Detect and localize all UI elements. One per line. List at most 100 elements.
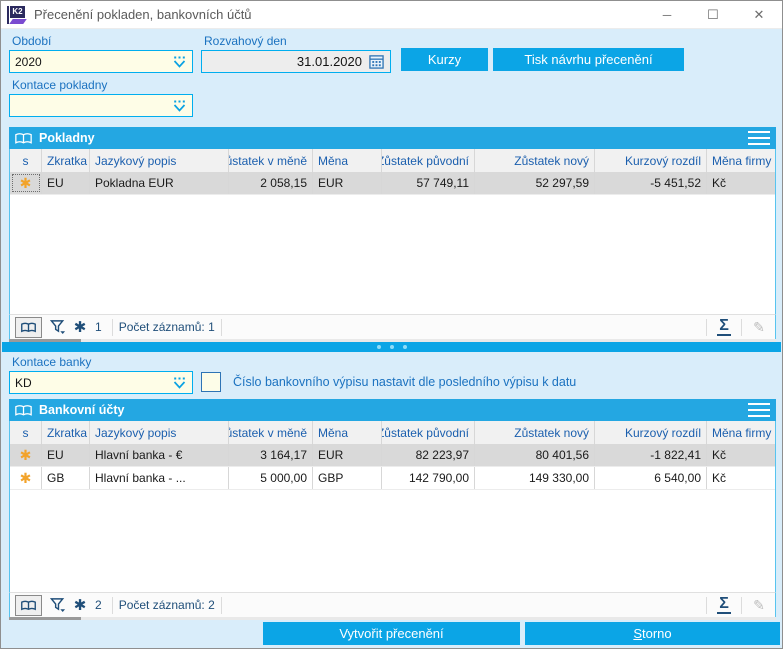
cell-popis: Hlavní banka - ... xyxy=(90,467,229,489)
column-header-mena-firmy[interactable]: Měna firmy xyxy=(707,421,775,444)
column-header-zustatek-mena[interactable]: Zůstatek v měně xyxy=(229,149,313,172)
filter-button[interactable] xyxy=(47,317,69,338)
scrollbar-thumb[interactable] xyxy=(9,617,81,620)
column-header-zustatek-novy[interactable]: Zůstatek nový xyxy=(475,149,595,172)
bank-grid-title: Bankovní účty xyxy=(39,403,125,417)
cell-popis: Pokladna EUR xyxy=(90,172,229,194)
cell-kurzovy-rozdil: -1 822,41 xyxy=(595,444,707,466)
book-view-button[interactable] xyxy=(15,594,42,616)
column-header-popis[interactable]: Jazykový popis xyxy=(90,421,229,444)
asterisk-filter-button[interactable]: ✱ xyxy=(69,595,91,616)
book-icon xyxy=(21,600,36,610)
horizontal-scrollbar[interactable] xyxy=(9,617,776,620)
period-input[interactable]: 2020 xyxy=(9,50,193,73)
create-revaluation-button[interactable]: Vytvořit přecenění xyxy=(263,622,520,645)
bank-statement-checkbox-label[interactable]: Číslo bankovního výpisu nastavit dle pos… xyxy=(233,375,576,389)
close-icon[interactable]: ✕ xyxy=(736,1,782,29)
filter-button[interactable] xyxy=(47,595,69,616)
bank-contation-dropdown-icon[interactable] xyxy=(171,372,187,393)
cash-contation-dropdown-icon[interactable] xyxy=(171,95,187,116)
period-dropdown-icon[interactable] xyxy=(171,51,187,72)
column-header-mena-firmy[interactable]: Měna firmy xyxy=(707,149,775,172)
cell-zustatek-mena: 3 164,17 xyxy=(229,444,313,466)
cash-grid-footer: ✱ 1 Počet záznamů: 1 Σ ✎ xyxy=(9,314,776,339)
row-status-cell: ✱ xyxy=(10,467,42,489)
column-header-kurzovy-rozdil[interactable]: Kurzový rozdíl xyxy=(595,149,707,172)
book-view-button[interactable] xyxy=(15,316,42,338)
cell-zustatek-mena: 5 000,00 xyxy=(229,467,313,489)
column-header-zustatek-mena[interactable]: Zůstatek v měně xyxy=(229,421,313,444)
cancel-button[interactable]: Storno xyxy=(525,622,780,645)
grid-menu-icon[interactable] xyxy=(748,403,770,417)
cell-zustatek-novy: 80 401,56 xyxy=(475,444,595,466)
balance-day-input[interactable]: 31.01.2020 xyxy=(201,50,391,73)
cash-grid-panel: Pokladny s Zkratka Jazykový popis Zůstat… xyxy=(9,127,776,342)
pencil-icon: ✎ xyxy=(753,596,765,613)
book-icon xyxy=(15,404,32,416)
column-header-zustatek-puvodni[interactable]: Zůstatek původní xyxy=(382,149,475,172)
period-group: Období 2020 xyxy=(9,34,193,73)
column-header-zustatek-novy[interactable]: Zůstatek nový xyxy=(475,421,595,444)
cancel-button-label: torno xyxy=(642,626,672,641)
table-row[interactable]: ✱ EU Hlavní banka - € 3 164,17 EUR 82 22… xyxy=(10,444,775,467)
sum-button[interactable]: Σ xyxy=(713,317,735,338)
column-header-mena[interactable]: Měna xyxy=(313,149,382,172)
column-header-zustatek-puvodni[interactable]: Zůstatek původní xyxy=(382,421,475,444)
panel-splitter[interactable] xyxy=(2,342,781,352)
asterisk-filter-button[interactable]: ✱ xyxy=(69,317,91,338)
cash-contation-input[interactable] xyxy=(9,94,193,117)
asterisk-icon: ✱ xyxy=(73,596,87,614)
record-asterisk-icon: ✱ xyxy=(19,470,32,486)
cell-popis: Hlavní banka - € xyxy=(90,444,229,466)
cell-mena-firmy: Kč xyxy=(712,471,727,485)
edit-button[interactable]: ✎ xyxy=(748,317,770,338)
rates-button[interactable]: Kurzy xyxy=(401,48,488,71)
column-header-zkratka[interactable]: Zkratka xyxy=(42,421,90,444)
minimize-icon[interactable]: ─ xyxy=(644,1,690,29)
window-title: Přecenění pokladen, bankovních účtů xyxy=(34,7,252,22)
column-header-popis[interactable]: Jazykový popis xyxy=(90,149,229,172)
bank-statement-checkbox[interactable] xyxy=(201,372,221,392)
maximize-icon[interactable]: ☐ xyxy=(690,1,736,29)
cash-grid-header: Pokladny xyxy=(9,127,776,149)
cell-mena: EUR xyxy=(313,444,382,466)
cell-zkratka: EU xyxy=(42,172,90,194)
sum-button[interactable]: Σ xyxy=(713,595,735,616)
book-icon xyxy=(21,322,36,332)
titlebar[interactable]: K2 Přecenění pokladen, bankovních účtů ─… xyxy=(1,1,782,29)
record-count-label: Počet záznamů: 1 xyxy=(118,320,215,334)
cash-contation-group: Kontace pokladny xyxy=(9,78,193,117)
cell-zkratka: GB xyxy=(42,467,90,489)
table-row[interactable]: ✱ EU Pokladna EUR 2 058,15 EUR 57 749,11… xyxy=(10,172,775,195)
column-header-zkratka[interactable]: Zkratka xyxy=(42,149,90,172)
cash-contation-label: Kontace pokladny xyxy=(12,78,108,92)
row-status-cell: ✱ xyxy=(10,444,42,466)
column-header-mena[interactable]: Měna xyxy=(313,421,382,444)
cell-mena: GBP xyxy=(313,467,382,489)
row-status-cell: ✱ xyxy=(10,172,42,194)
asterisk-count: 2 xyxy=(95,598,102,612)
table-row[interactable]: ✱ GB Hlavní banka - ... 5 000,00 GBP 142… xyxy=(10,467,775,490)
grid-menu-icon[interactable] xyxy=(748,131,770,145)
cell-kurzovy-rozdil: -5 451,52 xyxy=(595,172,707,194)
period-value: 2020 xyxy=(15,54,42,69)
record-count-label: Počet záznamů: 2 xyxy=(118,598,215,612)
balance-day-label: Rozvahový den xyxy=(204,34,287,48)
bank-grid-column-headers: s Zkratka Jazykový popis Zůstatek v měně… xyxy=(9,421,776,444)
k2-app-badge: K2 xyxy=(10,5,25,18)
cell-kurzovy-rozdil: 6 540,00 xyxy=(595,467,707,489)
cell-zkratka: EU xyxy=(42,444,90,466)
calendar-icon[interactable] xyxy=(367,51,385,72)
cash-grid-title: Pokladny xyxy=(39,131,95,145)
bank-contation-input[interactable]: KD xyxy=(9,371,193,394)
cash-grid-body: ✱ EU Pokladna EUR 2 058,15 EUR 57 749,11… xyxy=(9,172,776,314)
column-header-s[interactable]: s xyxy=(10,149,42,172)
bank-grid-panel: Bankovní účty s Zkratka Jazykový popis Z… xyxy=(9,399,776,620)
edit-button[interactable]: ✎ xyxy=(748,595,770,616)
pencil-icon: ✎ xyxy=(753,318,765,335)
print-revaluation-button[interactable]: Tisk návrhu přecenění xyxy=(493,48,684,71)
column-header-kurzovy-rozdil[interactable]: Kurzový rozdíl xyxy=(595,421,707,444)
asterisk-count: 1 xyxy=(95,320,102,334)
column-header-s[interactable]: s xyxy=(10,421,42,444)
cell-zustatek-puvodni: 142 790,00 xyxy=(382,467,475,489)
